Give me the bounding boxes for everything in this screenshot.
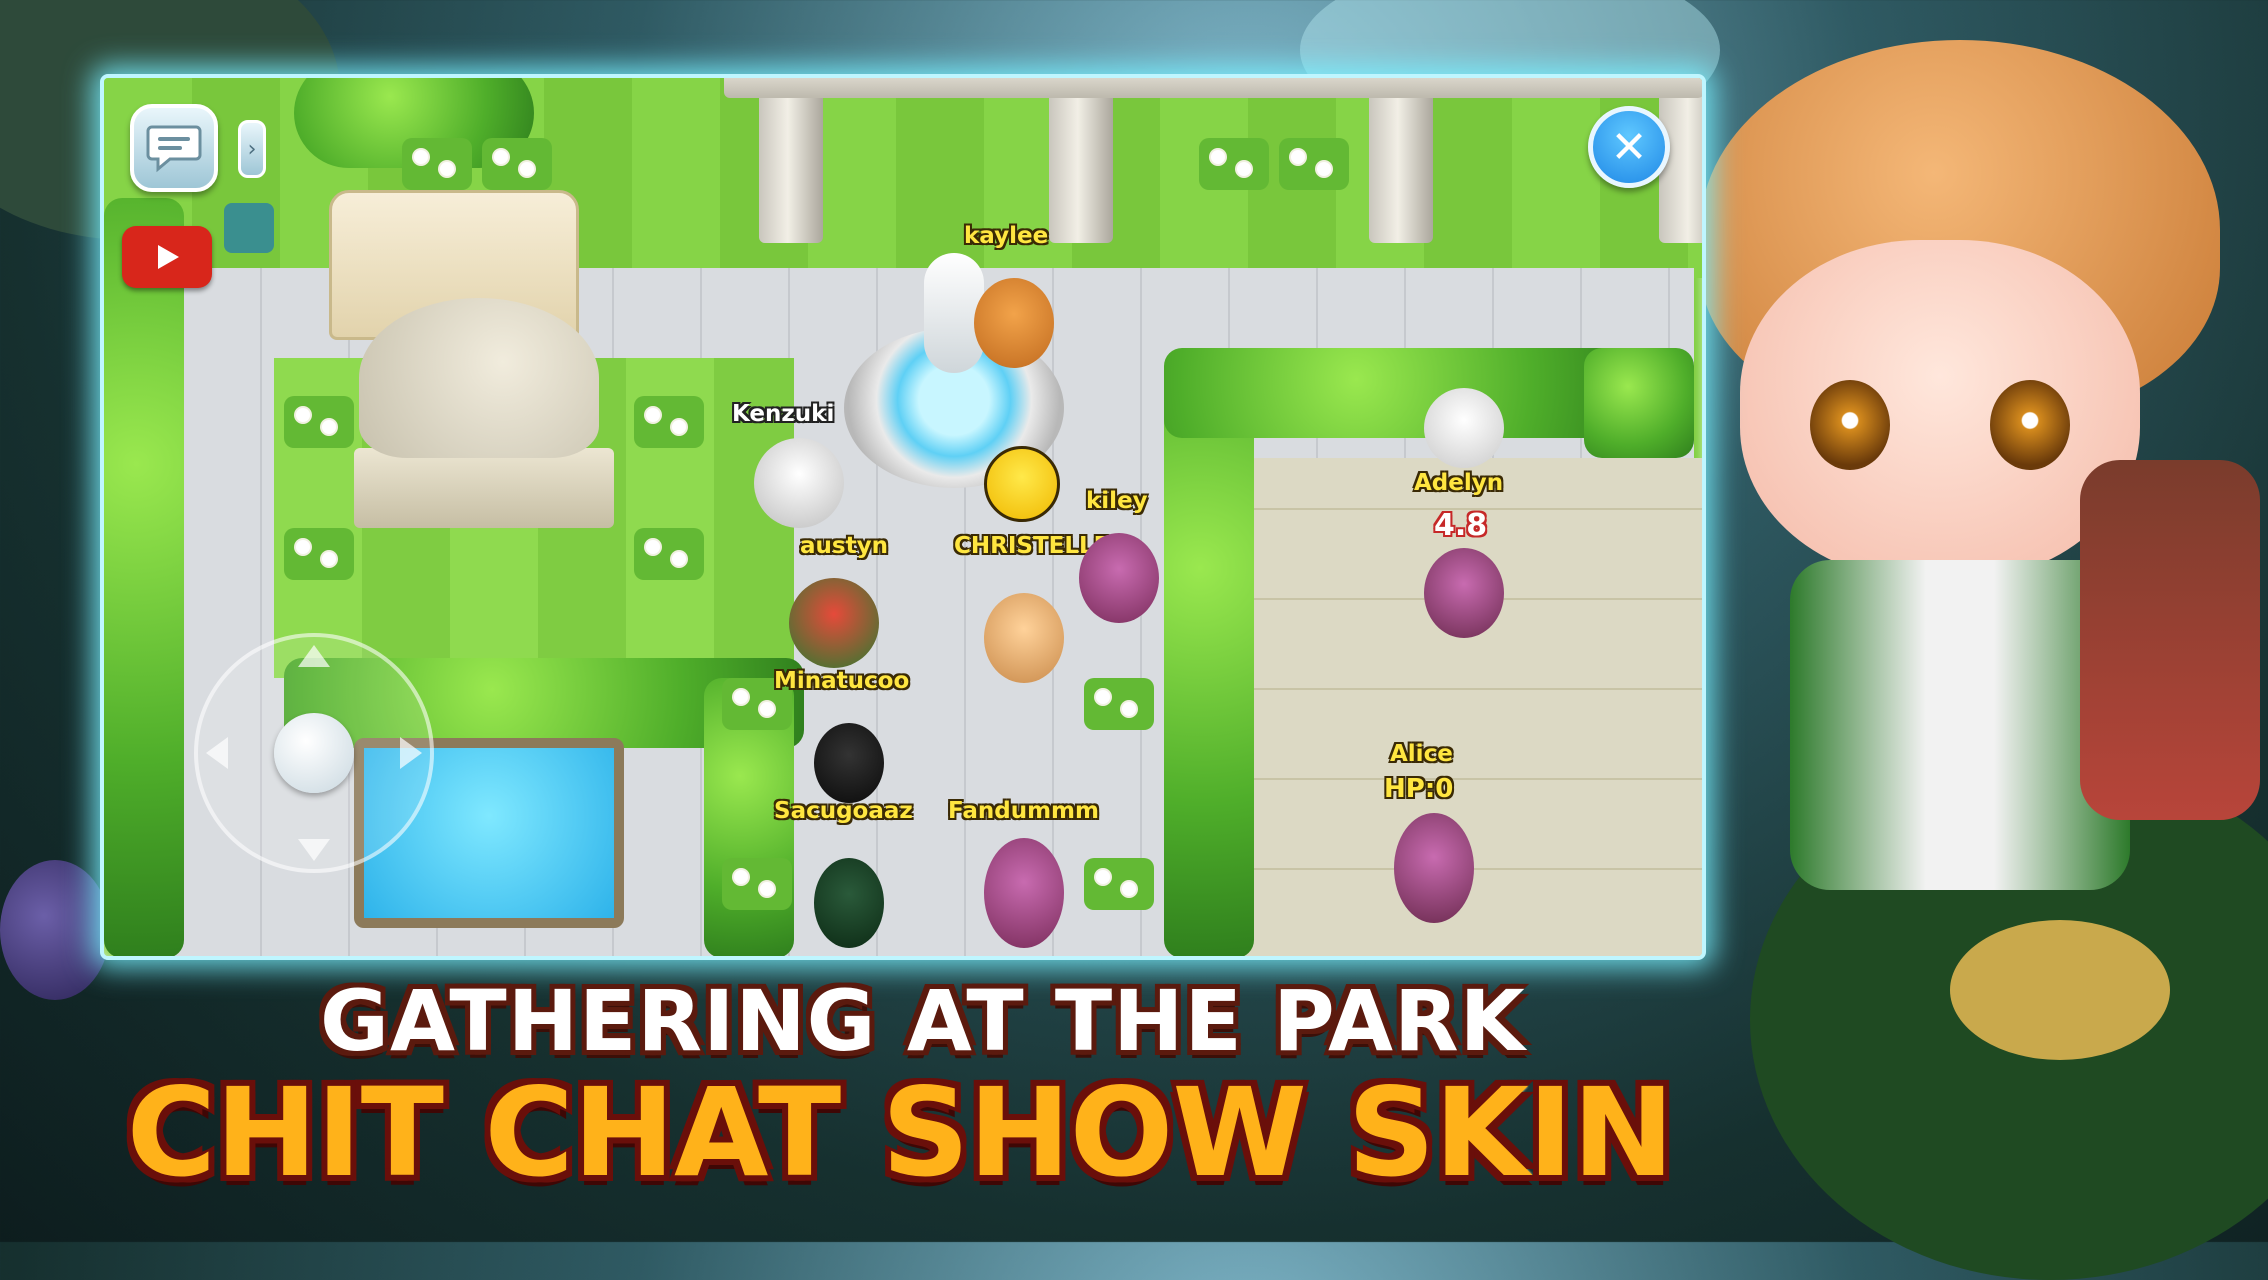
hero-outfit — [1790, 560, 2130, 890]
chevron-right-icon: › — [247, 136, 257, 162]
hedge-left-border — [104, 198, 184, 956]
player-hp-label: HP:0 — [1384, 774, 1454, 804]
player-avatar[interactable] — [1424, 548, 1504, 638]
player-name-adelyn: Adelyn — [1414, 470, 1504, 496]
hedge-vertical-right — [1164, 358, 1254, 956]
colonnade-pillar — [759, 78, 823, 243]
colonnade-pillar — [1049, 78, 1113, 243]
player-name-austyn: austyn — [800, 533, 888, 559]
flowerbed — [284, 396, 354, 448]
statue-plinth — [354, 448, 614, 528]
player-avatar[interactable] — [789, 578, 879, 668]
flower-icon — [760, 702, 774, 716]
hero-left-eye — [1810, 380, 1890, 470]
youtube-button[interactable] — [122, 226, 212, 288]
background-egg — [0, 860, 110, 1000]
player-avatar[interactable] — [1394, 813, 1474, 923]
flowerbed — [1084, 678, 1154, 730]
flower-icon — [1211, 150, 1225, 164]
flower-icon — [296, 540, 310, 554]
banner-tagline: CHIT CHAT SHOW SKIN — [126, 1062, 1675, 1204]
flower-icon — [1096, 870, 1110, 884]
flower-icon — [646, 540, 660, 554]
flower-icon — [1317, 162, 1331, 176]
flower-icon — [672, 552, 686, 566]
player-level-badge: 4.8 — [1434, 508, 1488, 543]
player-name-kaylee: kaylee — [964, 223, 1049, 249]
secondary-character-art — [2080, 460, 2260, 820]
chat-bubble-icon — [146, 125, 202, 173]
flower-icon — [1096, 690, 1110, 704]
flowerbed — [1084, 858, 1154, 910]
flowerbed — [402, 138, 472, 190]
flowerbed — [284, 528, 354, 580]
flower-icon — [646, 408, 660, 422]
flowerbed — [634, 396, 704, 448]
player-name-minatucoo: Minatucoo — [774, 668, 910, 694]
flower-icon — [734, 690, 748, 704]
joystick-knob[interactable] — [274, 713, 354, 793]
player-name-kenzuki: Kenzuki — [732, 401, 835, 427]
player-avatar[interactable] — [814, 858, 884, 948]
flower-icon — [322, 552, 336, 566]
mailbox — [224, 203, 274, 253]
arrow-down-icon — [298, 839, 330, 861]
flower-icon — [440, 162, 454, 176]
flower-icon — [1237, 162, 1251, 176]
player-avatar[interactable] — [984, 838, 1064, 948]
game-viewport[interactable]: kaylee Kenzuki austyn CHRISTELLE kiley A… — [100, 74, 1706, 960]
hero-right-eye — [1990, 380, 2070, 470]
arrow-up-icon — [298, 645, 330, 667]
flower-icon — [494, 150, 508, 164]
statue-figure — [359, 298, 599, 458]
player-name-kiley: kiley — [1086, 488, 1148, 514]
player-name-fandummm: Fandummm — [948, 798, 1099, 824]
flower-icon — [1122, 882, 1136, 896]
hedge-top-right-row — [1164, 348, 1644, 438]
laughing-emoji-icon — [984, 446, 1060, 522]
banner-headline: GATHERING AT THE PARK — [320, 972, 1526, 1070]
arrow-right-icon — [400, 737, 422, 769]
player-avatar[interactable] — [1079, 533, 1159, 623]
chat-button[interactable] — [130, 104, 218, 192]
arrow-left-icon — [206, 737, 228, 769]
hedge-bush-corner — [1584, 348, 1694, 458]
player-avatar[interactable] — [754, 438, 844, 528]
player-avatar[interactable] — [974, 278, 1054, 368]
flower-icon — [760, 882, 774, 896]
flowerbed — [482, 138, 552, 190]
player-name-alice: Alice — [1390, 741, 1453, 767]
lizard-creature-art — [1950, 920, 2170, 1060]
colonnade-pillar — [1369, 78, 1433, 243]
flower-icon — [1291, 150, 1305, 164]
flowerbed — [1279, 138, 1349, 190]
close-icon: ✕ — [1610, 121, 1648, 173]
player-avatar[interactable] — [814, 723, 884, 803]
player-avatar[interactable] — [984, 593, 1064, 683]
flower-icon — [520, 162, 534, 176]
hero-character-art — [1700, 40, 2260, 1060]
virtual-joystick[interactable] — [194, 633, 434, 873]
flowerbed — [1199, 138, 1269, 190]
flowerbed — [634, 528, 704, 580]
flower-icon — [296, 408, 310, 422]
flowerbed — [722, 858, 792, 910]
close-button[interactable]: ✕ — [1588, 106, 1670, 188]
flower-icon — [1122, 702, 1136, 716]
flower-icon — [414, 150, 428, 164]
flower-icon — [672, 420, 686, 434]
play-icon — [158, 245, 179, 269]
flower-icon — [322, 420, 336, 434]
expand-chat-button[interactable]: › — [238, 120, 266, 178]
player-name-sacugoaaz: Sacugoaaz — [774, 798, 913, 824]
flower-icon — [734, 870, 748, 884]
colonnade-lintel — [724, 78, 1702, 98]
player-avatar[interactable] — [1424, 388, 1504, 468]
